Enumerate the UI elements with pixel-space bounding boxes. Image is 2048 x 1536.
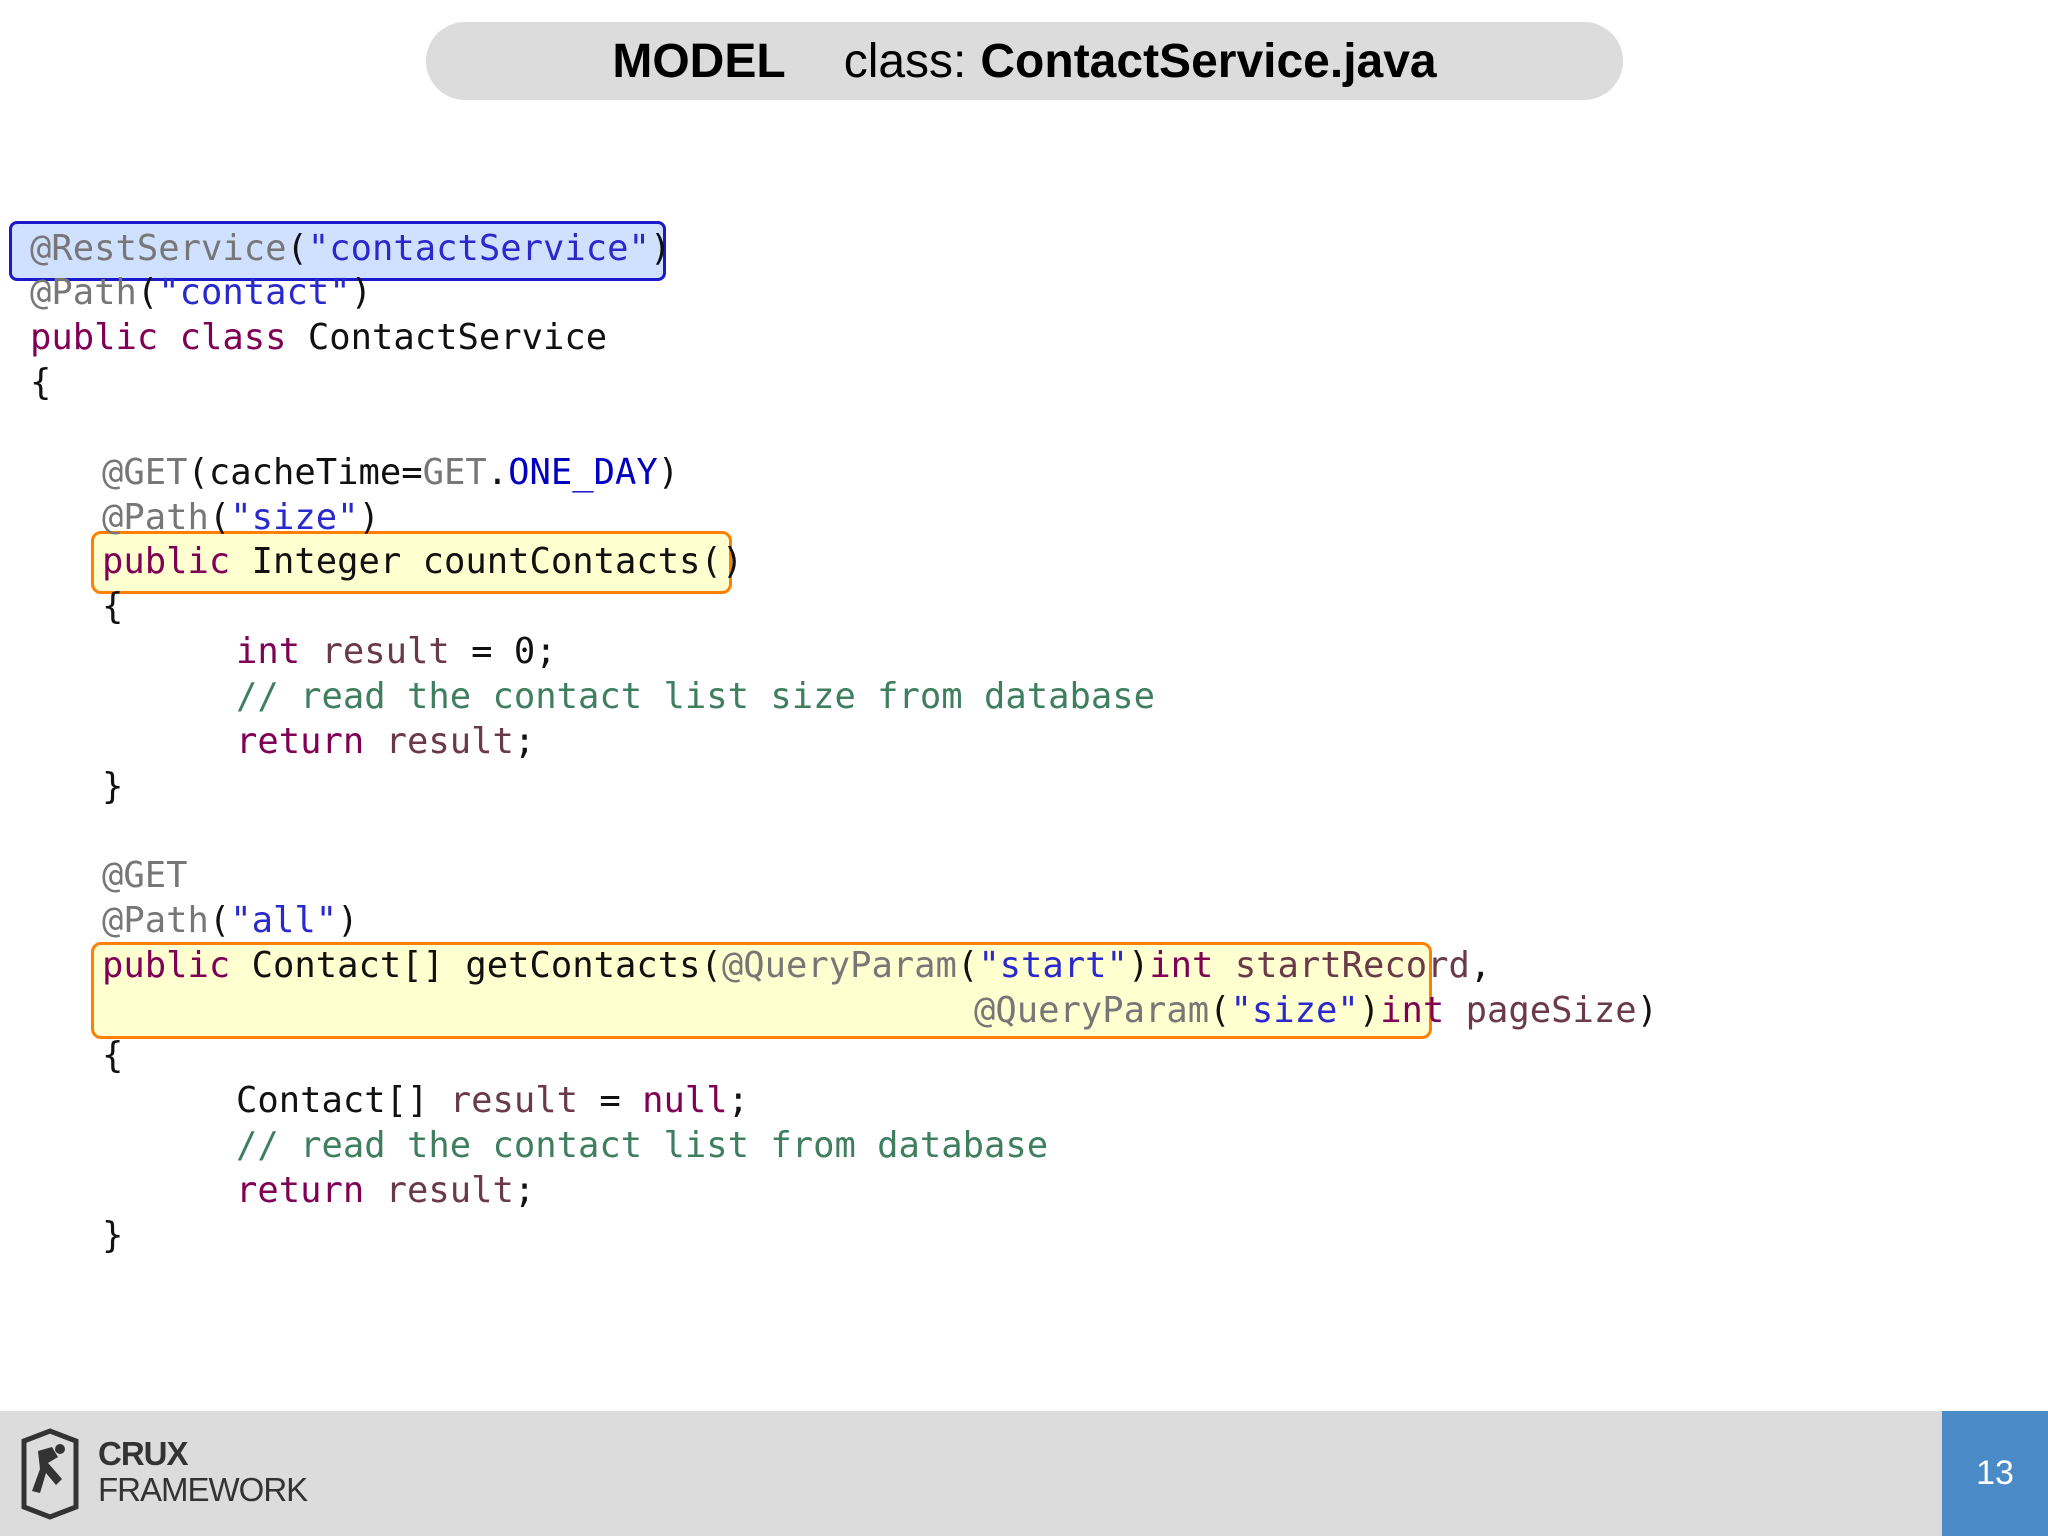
- brand-name-line1: CRUX: [98, 1435, 189, 1472]
- code-line: @RestService("contactService"): [30, 228, 672, 269]
- code-line: {: [30, 362, 52, 403]
- code-line: }: [102, 766, 124, 807]
- code-line: @QueryParam("size")int pageSize): [974, 990, 1658, 1031]
- code-block: @RestService("contactService") @Path("co…: [0, 0, 2048, 1400]
- code-line: public class ContactService: [30, 317, 608, 358]
- crux-logo-icon: [21, 1428, 79, 1520]
- code-line: public Contact[] getContacts(@QueryParam…: [102, 945, 1492, 986]
- code-line: return result;: [236, 721, 536, 762]
- page-number: 13: [1942, 1411, 2048, 1536]
- code-line: {: [102, 1035, 124, 1076]
- code-line: }: [102, 1215, 124, 1256]
- code-line: {: [102, 586, 124, 627]
- slide-footer: CRUX FRAMEWORK 13: [0, 1411, 2048, 1536]
- code-line: // read the contact list from database: [236, 1125, 1049, 1166]
- code-line: @Path("all"): [102, 900, 359, 941]
- code-line: Contact[] result = null;: [236, 1080, 749, 1121]
- code-line: int result = 0;: [236, 631, 557, 672]
- code-line: public Integer countContacts(): [102, 541, 744, 582]
- code-line: // read the contact list size from datab…: [236, 676, 1156, 717]
- brand-name-line2: FRAMEWORK: [98, 1471, 308, 1508]
- code-line: @Path("size"): [102, 497, 380, 538]
- code-line: return result;: [236, 1170, 536, 1211]
- code-line: @Path("contact"): [30, 272, 372, 313]
- page-number-text: 13: [1976, 1454, 2014, 1492]
- code-line: @GET(cacheTime=GET.ONE_DAY): [102, 452, 680, 493]
- code-line: @GET: [102, 855, 188, 896]
